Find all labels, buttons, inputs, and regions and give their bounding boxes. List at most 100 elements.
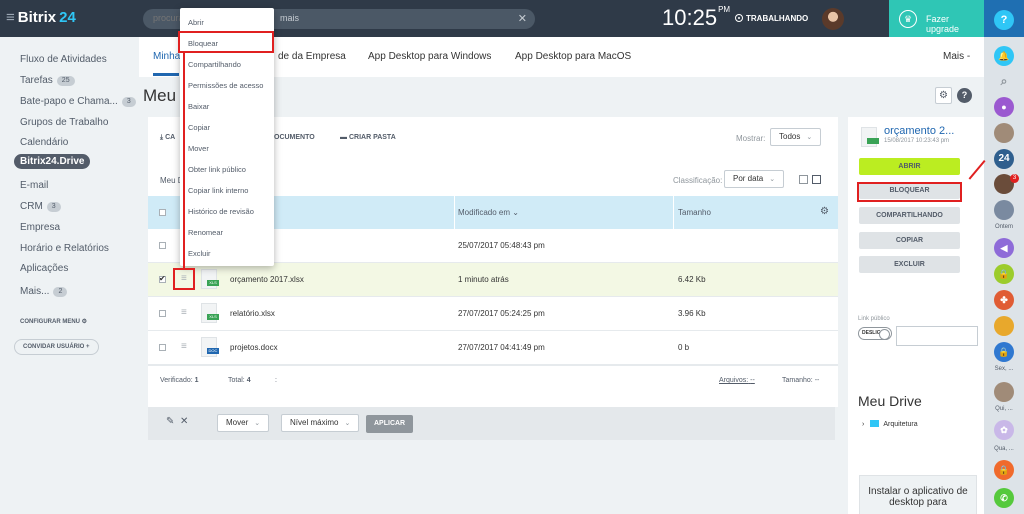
close-icon[interactable]: ✕ (518, 12, 527, 25)
gear-icon[interactable]: ⚙ (820, 206, 829, 217)
folder-icon[interactable] (994, 316, 1014, 336)
row-checkbox[interactable] (159, 310, 166, 317)
file-name[interactable]: orçamento 2017.xlsx (230, 275, 304, 284)
desktop-app-promo[interactable]: Instalar o aplicativo de desktop para (859, 475, 977, 514)
sort-select[interactable]: Por data ⌄ (724, 170, 785, 188)
level-select[interactable]: Nível máximo ⌄ (281, 414, 360, 432)
tab-company-drive[interactable]: de da Empresa (278, 51, 346, 62)
bitrix24-icon[interactable]: 24 (994, 149, 1014, 169)
help-button[interactable]: ? (957, 88, 972, 103)
tab-desktop-macos[interactable]: App Desktop para MacOS (515, 51, 631, 62)
select-all-checkbox[interactable] (159, 209, 166, 216)
table-row[interactable]: ≡ DOC projetos.docx 27/07/2017 04:41:49 … (148, 331, 838, 365)
edit-icon[interactable]: ✎ (166, 416, 174, 427)
file-date: 15/08/2017 10:23:43 pm (884, 138, 950, 144)
menu-icon[interactable]: ≡ (6, 9, 15, 26)
menu-public-link[interactable]: Obter link público (188, 165, 246, 174)
table-row[interactable]: ≡ XLS orçamento 2017.xlsx 1 minuto atrás… (148, 263, 838, 297)
menu-copy[interactable]: Copiar (188, 123, 210, 132)
open-button[interactable]: ABRIR (859, 158, 960, 175)
contact-avatar-icon[interactable]: ● (994, 97, 1014, 117)
tab-more[interactable]: Mais - (943, 51, 970, 62)
share-button[interactable]: COMPARTILHANDO (859, 207, 960, 224)
menu-open[interactable]: Abrir (188, 18, 204, 27)
group-icon[interactable]: ✿ (994, 420, 1014, 440)
menu-item-crm[interactable]: CRM 3 (20, 201, 61, 212)
invite-user-button[interactable]: CONVIDAR USUÁRIO + (14, 339, 99, 355)
lock-icon[interactable]: 🔒 (994, 342, 1014, 362)
menu-item-tasks[interactable]: Tarefas 25 (20, 75, 75, 86)
highlight-lock-button (857, 182, 962, 202)
contact-avatar-icon[interactable] (994, 382, 1014, 402)
row-menu-icon[interactable]: ≡ (181, 341, 187, 352)
create-document-button[interactable]: OCUMENTO (274, 134, 315, 141)
menu-share[interactable]: Compartilhando (188, 60, 241, 69)
user-avatar[interactable] (822, 8, 844, 30)
bell-icon[interactable]: 🔔 (994, 46, 1014, 66)
xlsx-file-icon: XLS (201, 269, 219, 289)
lock-icon[interactable]: 🔒 (994, 460, 1014, 480)
menu-item-company[interactable]: Empresa (20, 222, 60, 233)
settings-button[interactable]: ⚙ (935, 87, 952, 104)
file-name[interactable]: projetos.docx (230, 343, 278, 352)
list-view-icon[interactable] (799, 175, 808, 184)
table-row[interactable]: ≡ XLS relatório.xlsx 27/07/2017 05:24:25… (148, 297, 838, 331)
menu-item-chat[interactable]: Bate-papo e Chama... 3 (20, 96, 136, 107)
file-title[interactable]: orçamento 2... (884, 125, 954, 137)
column-modified[interactable]: Modificado em ⌄ (458, 208, 519, 217)
work-status[interactable]: TRABALHANDO (735, 14, 808, 23)
tab-my-drive[interactable]: Minha (153, 51, 180, 62)
menu-move[interactable]: Mover (188, 144, 209, 153)
row-checkbox[interactable] (159, 274, 166, 283)
contact-avatar-icon[interactable] (994, 123, 1014, 143)
menu-download[interactable]: Baixar (188, 102, 209, 111)
menu-delete[interactable]: Excluir (188, 249, 211, 258)
menu-rename[interactable]: Renomear (188, 228, 223, 237)
plus-icon: + (86, 344, 90, 350)
apply-button[interactable]: APLICAR (366, 415, 414, 433)
right-rail: ? 🔔 ⌕ ● 24 3 Ontem ◀ 🔒 ✤ 🔒 Sex, ... Qui,… (984, 0, 1024, 514)
row-checkbox[interactable] (159, 344, 166, 351)
menu-item-drive[interactable]: Bitrix24.Drive (14, 154, 91, 169)
upload-button[interactable]: ⤓ CA (160, 134, 175, 142)
phone-icon[interactable]: ✆ (994, 488, 1014, 508)
configure-menu-button[interactable]: CONFIGURAR MENU ⚙ (20, 318, 87, 325)
folder-icon (870, 420, 880, 427)
lock-icon[interactable]: 🔒 (994, 264, 1014, 284)
create-folder-button[interactable]: ▬ CRIAR PASTA (340, 134, 396, 141)
menu-history[interactable]: Histórico de revisão (188, 207, 254, 216)
file-details-panel: orçamento 2... 15/08/2017 10:23:43 pm AB… (848, 117, 984, 514)
close-icon[interactable]: ✕ (180, 416, 188, 427)
file-name[interactable]: relatório.xlsx (230, 309, 275, 318)
help-icon[interactable]: ? (994, 10, 1014, 30)
tab-desktop-windows[interactable]: App Desktop para Windows (368, 51, 491, 62)
contact-avatar-icon[interactable] (994, 200, 1014, 220)
row-checkbox[interactable] (159, 242, 166, 249)
menu-item-workgroups[interactable]: Grupos de Trabalho (20, 117, 108, 128)
menu-internal-link[interactable]: Copiar link interno (188, 186, 248, 195)
copy-button[interactable]: COPIAR (859, 232, 960, 249)
megaphone-icon[interactable]: ◀ (994, 238, 1014, 258)
show-filter-select[interactable]: Todos ⌄ (770, 128, 822, 146)
menu-item-reports[interactable]: Horário e Relatórios (20, 243, 109, 254)
menu-item-apps[interactable]: Aplicações (20, 263, 68, 274)
row-menu-icon[interactable]: ≡ (181, 307, 187, 318)
search-suffix: mais (280, 13, 300, 23)
column-size[interactable]: Tamanho (678, 208, 711, 217)
menu-item-activity[interactable]: Fluxo de Atividades (20, 54, 107, 65)
menu-item-more[interactable]: Mais... 2 (20, 286, 68, 297)
upgrade-button[interactable]: ♛ Fazer upgrade (889, 0, 984, 37)
logo[interactable]: ≡ Bitrix 24 (6, 9, 76, 26)
public-link-field[interactable] (896, 326, 978, 346)
search-icon[interactable]: ⌕ (994, 71, 1014, 91)
folder-tree-item[interactable]: › Arquitetura (862, 420, 918, 428)
public-link-toggle[interactable]: DESLIG (858, 327, 892, 340)
move-select[interactable]: Mover ⌄ (217, 414, 270, 432)
files-count-link[interactable]: Arquivos: -- (719, 377, 755, 384)
menu-item-email[interactable]: E-mail (20, 180, 48, 191)
grid-view-icon[interactable] (812, 175, 821, 184)
menu-item-calendar[interactable]: Calendário (20, 137, 68, 148)
group-icon[interactable]: ✤ (994, 290, 1014, 310)
delete-button[interactable]: EXCLUIR (859, 256, 960, 273)
menu-permissions[interactable]: Permissões de acesso (188, 81, 263, 90)
